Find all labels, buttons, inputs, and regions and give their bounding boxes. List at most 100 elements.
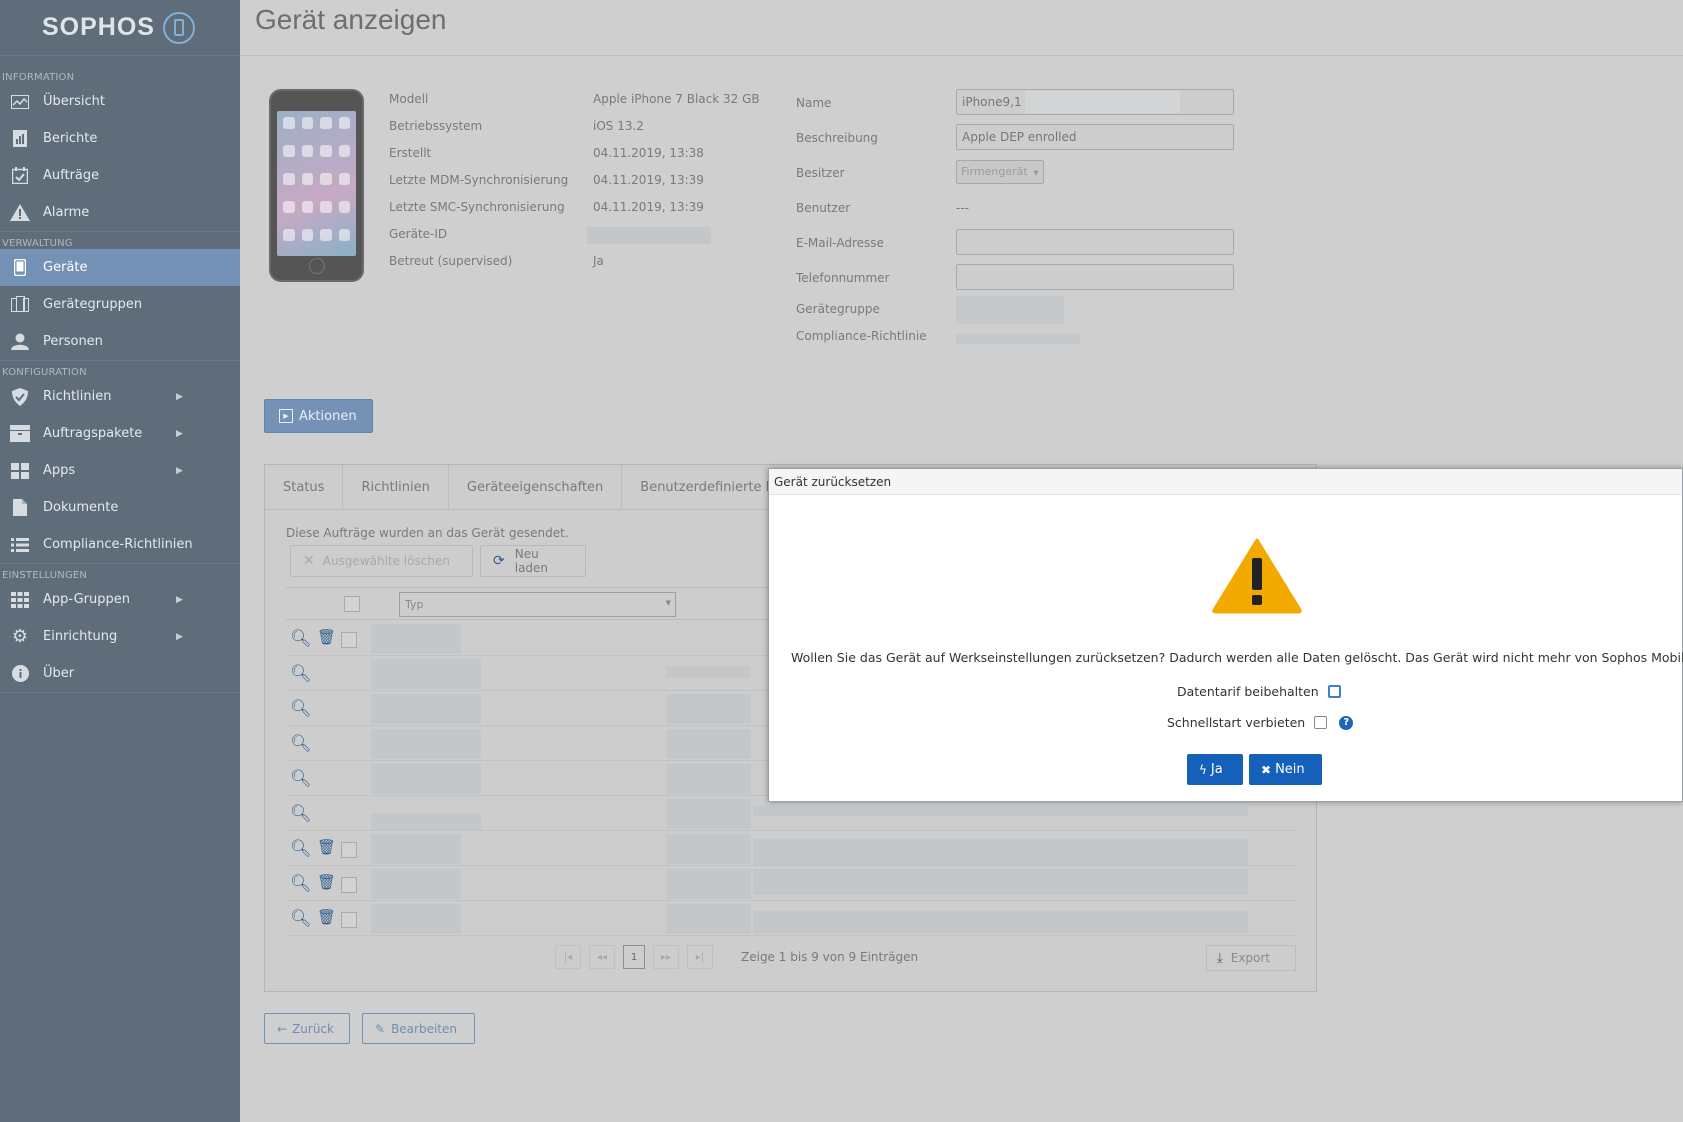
row-checkbox[interactable] (341, 842, 357, 858)
next-page-button[interactable]: ▸▸ (653, 945, 679, 969)
last-page-button[interactable]: ▸| (687, 945, 713, 969)
magnifier-icon[interactable]: 🔍︎ (290, 664, 312, 684)
label-modell: Modell (389, 92, 429, 106)
value-betreut: Ja (593, 254, 604, 268)
section-konfiguration: KONFIGURATION (2, 367, 87, 378)
redacted-cell (371, 814, 481, 830)
magnifier-icon[interactable]: 🔍︎ (290, 699, 312, 719)
sidebar-item-personen[interactable]: Personen (0, 323, 240, 360)
app-groups-grid-icon (10, 591, 30, 609)
device-group-icon (10, 296, 30, 314)
tab-geraeteeigenschaften[interactable]: Geräteeigenschaften (449, 464, 623, 510)
trash-icon[interactable]: 🗑︎ (317, 908, 336, 926)
datentarif-checkbox[interactable] (1327, 685, 1341, 698)
no-button[interactable]: ✖ Nein (1249, 754, 1322, 785)
tab-richtlinien[interactable]: Richtlinien (343, 464, 449, 510)
label-smc-sync: Letzte SMC-Synchronisierung (389, 200, 565, 214)
yes-button[interactable]: ϟ Ja (1187, 754, 1243, 785)
calendar-check-icon (10, 167, 30, 185)
sidebar-item-label: Einrichtung (43, 629, 118, 644)
sidebar-item-label: Richtlinien (43, 389, 112, 404)
sidebar-item-label: Berichte (43, 131, 98, 146)
help-question-icon[interactable]: ? (1339, 715, 1354, 730)
smartphone-icon (10, 259, 30, 277)
apps-grid-icon (10, 462, 30, 480)
sophos-logo[interactable]: SOPHOS (0, 0, 240, 56)
row-checkbox[interactable] (341, 912, 357, 928)
mobile-phone-icon (162, 11, 195, 44)
magnifier-icon[interactable]: 🔍︎ (290, 839, 312, 859)
redacted-cell (666, 694, 751, 724)
sidebar-item-geraete[interactable]: Geräte (0, 249, 240, 286)
sidebar-item-richtlinien[interactable]: Richtlinien ▶ (0, 378, 240, 415)
tab-status[interactable]: Status (265, 464, 344, 510)
chevron-right-icon: ▶ (176, 594, 183, 605)
edit-button[interactable]: ✎ Bearbeiten (362, 1013, 475, 1044)
magnifier-icon[interactable]: 🔍︎ (290, 734, 312, 754)
magnifier-icon[interactable]: 🔍︎ (290, 874, 312, 894)
magnifier-icon[interactable]: 🔍︎ (290, 769, 312, 789)
gear-icon: ⚙ (11, 626, 29, 647)
typ-filter-placeholder: Typ (405, 598, 424, 611)
play-icon: ▶ (279, 409, 293, 423)
pagination: |◂ ◂◂ 1 ▸▸ ▸| (555, 945, 713, 969)
magnifier-icon[interactable]: 🔍︎ (290, 909, 312, 929)
chevron-right-icon: ▶ (176, 465, 183, 476)
besitzer-select-value: Firmengerät (961, 165, 1028, 178)
section-verwaltung: VERWALTUNG (2, 238, 73, 249)
export-button[interactable]: ⤓ Export (1206, 945, 1296, 971)
trash-icon[interactable]: 🗑︎ (317, 628, 336, 646)
back-button[interactable]: ← Zurück (264, 1013, 350, 1044)
besitzer-select[interactable]: Firmengerät ▼ (956, 160, 1044, 184)
magnifier-icon[interactable]: 🔍︎ (290, 804, 312, 824)
sidebar-item-dokumente[interactable]: Dokumente (0, 489, 240, 526)
no-label: Nein (1275, 762, 1305, 777)
sidebar-item-berichte[interactable]: Berichte (0, 120, 240, 157)
sidebar-item-label: Gerätegruppen (43, 297, 143, 312)
document-icon (10, 499, 30, 517)
section-einstellungen: EINSTELLUNGEN (2, 570, 88, 581)
download-icon: ⤓ (1217, 950, 1223, 966)
email-input[interactable] (956, 229, 1234, 255)
sidebar-item-app-gruppen[interactable]: App-Gruppen ▶ (0, 581, 240, 618)
trash-icon[interactable]: 🗑︎ (317, 873, 336, 891)
sidebar-item-uebersicht[interactable]: Übersicht (0, 83, 240, 120)
select-all-checkbox[interactable] (344, 596, 360, 612)
label-besitzer: Besitzer (796, 166, 845, 180)
redacted-cell (371, 729, 481, 759)
schnellstart-checkbox[interactable] (1314, 716, 1328, 729)
redacted-cell (666, 904, 751, 934)
row-checkbox[interactable] (341, 632, 357, 648)
sidebar-item-alarme[interactable]: Alarme (0, 194, 240, 231)
sidebar-item-geraetegruppen[interactable]: Gerätegruppen (0, 286, 240, 323)
arrow-left-icon: ← (277, 1021, 288, 1036)
sidebar-item-einrichtung[interactable]: ⚙ Einrichtung ▶ (0, 618, 240, 655)
magnifier-icon[interactable]: 🔍︎ (290, 629, 312, 649)
sidebar-item-compliance-richtlinien[interactable]: Compliance-Richtlinien (0, 526, 240, 563)
dialog-message: Wollen Sie das Gerät auf Werkseinstellun… (791, 650, 1683, 665)
sidebar-item-auftraege[interactable]: Aufträge (0, 157, 240, 194)
sidebar-item-ueber[interactable]: Über (0, 655, 240, 692)
typ-filter-select[interactable]: Typ ▼ (399, 592, 676, 617)
value-betriebssystem: iOS 13.2 (593, 119, 644, 133)
delete-selected-button[interactable]: ✕ Ausgewählte löschen (290, 545, 473, 577)
label-email: E-Mail-Adresse (796, 236, 884, 250)
sidebar-item-auftragspakete[interactable]: Auftragspakete ▶ (0, 415, 240, 452)
beschreibung-input-value: Apple DEP enrolled (962, 130, 1077, 144)
label-geraete-id: Geräte-ID (389, 227, 448, 241)
reload-button[interactable]: ⟳ Neu laden (480, 545, 586, 577)
sidebar-item-apps[interactable]: Apps ▶ (0, 452, 240, 489)
back-label: Zurück (292, 1021, 334, 1036)
row-checkbox[interactable] (341, 877, 357, 893)
sidebar: SOPHOS INFORMATION Übersicht Berichte Au… (0, 0, 240, 1122)
trash-icon[interactable]: 🗑︎ (317, 838, 336, 856)
beschreibung-input[interactable]: Apple DEP enrolled (956, 124, 1234, 150)
telefon-input[interactable] (956, 264, 1234, 290)
current-page[interactable]: 1 (623, 945, 645, 969)
chevron-right-icon: ▶ (176, 428, 183, 439)
redacted-cell (371, 834, 461, 864)
label-mdm-sync: Letzte MDM-Synchronisierung (389, 173, 569, 187)
prev-page-button[interactable]: ◂◂ (589, 945, 615, 969)
first-page-button[interactable]: |◂ (555, 945, 581, 969)
aktionen-button[interactable]: ▶ Aktionen (264, 399, 373, 433)
